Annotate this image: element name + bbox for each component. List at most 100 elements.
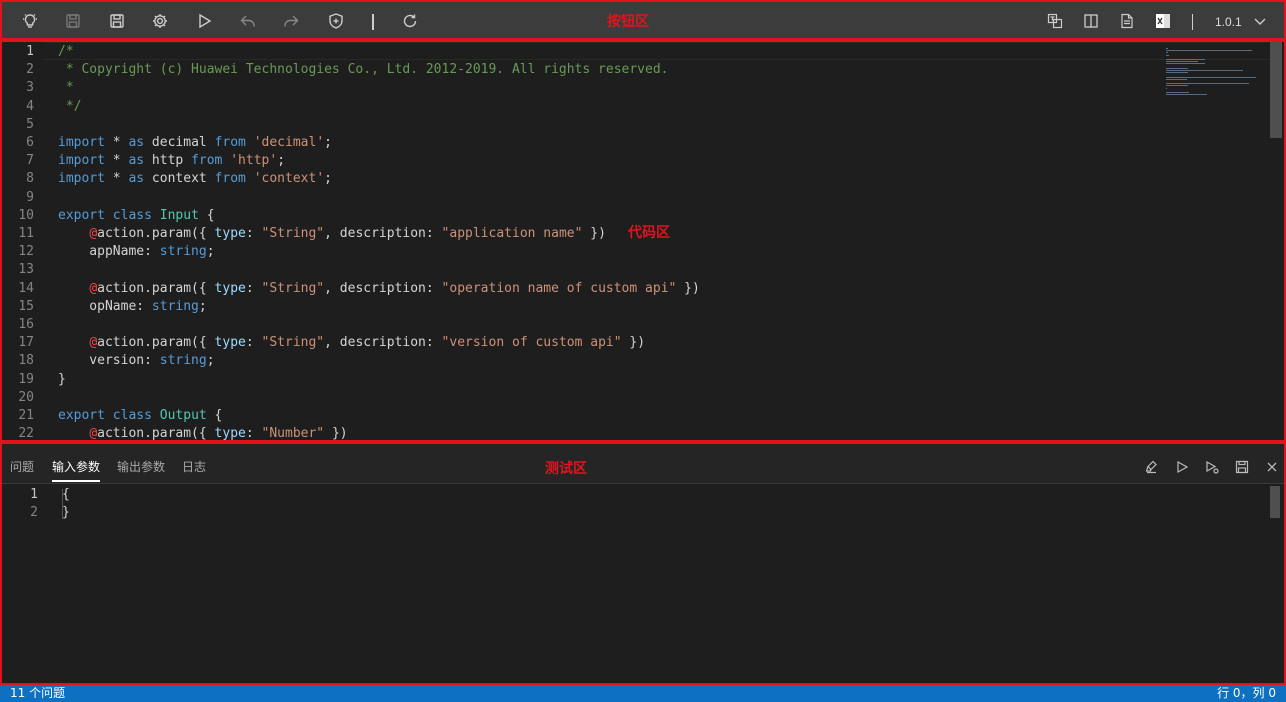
line-number: 4 [26, 98, 34, 114]
line-code: * [58, 79, 74, 97]
test-region-label: 测试区 [545, 460, 587, 476]
minimap-line [1166, 92, 1190, 93]
close-icon[interactable] [1264, 459, 1280, 475]
split-view-icon[interactable] [1080, 10, 1102, 32]
code-token: : [245, 335, 262, 351]
code-token: }) [676, 280, 700, 296]
debug-run-icon[interactable] [1204, 459, 1220, 475]
code-token: "version of custom api" [441, 335, 622, 351]
clear-icon[interactable] [1144, 459, 1160, 475]
test-editor-scrollbar[interactable] [1270, 486, 1280, 518]
code-token: action.param({ [97, 335, 215, 351]
code-token: ; [324, 135, 332, 150]
code-line: 7 import * as http from 'http'; [2, 152, 1152, 170]
translate-icon[interactable] [1044, 10, 1066, 32]
line-code: appName: string; [58, 243, 214, 261]
refresh-icon[interactable] [399, 10, 421, 32]
save-icon[interactable] [1234, 459, 1250, 475]
line-code: import * as decimal from 'decimal'; [58, 134, 332, 152]
lightbulb-icon[interactable] [19, 10, 41, 32]
editor-scrollbar[interactable] [1270, 42, 1282, 138]
line-code: @action.param({ type: "String", descript… [58, 225, 606, 243]
code-token: * [104, 171, 129, 187]
problems-count[interactable]: 11 个问题 [10, 685, 65, 702]
code-token: import [58, 135, 105, 150]
code-line: 17 @action.param({ type: "String", descr… [2, 334, 1152, 352]
code-line: 14 @action.param({ type: "String", descr… [2, 280, 1152, 298]
code-token: http [144, 153, 192, 169]
code-line: 21 export class Output { [2, 407, 1152, 425]
line-number: 17 [18, 335, 34, 351]
line-number: 2 [26, 62, 34, 78]
code-token: type [214, 280, 246, 296]
minimap-line [1166, 72, 1188, 74]
code-line: 4 */ [2, 98, 1152, 116]
code-token: class [112, 408, 152, 423]
code-line: 10 export class Input { [2, 207, 1152, 225]
code-token: ; [277, 153, 286, 169]
line-code: export class Output { [58, 407, 222, 425]
code-token: }) [324, 426, 348, 442]
run-icon[interactable] [1174, 459, 1190, 475]
code-line: 8 import * as context from 'context'; [2, 170, 1152, 188]
code-token: { [206, 408, 223, 423]
minimap-line [1166, 78, 1187, 80]
test-tabbar: 问题 输入参数 输出参数 日志 测试区 [2, 444, 1284, 484]
code-token: : [245, 280, 262, 296]
play-icon[interactable] [193, 10, 215, 32]
minimap-line [1166, 61, 1198, 63]
chevron-down-icon[interactable] [1249, 10, 1271, 32]
code-token: export [58, 207, 105, 223]
line-code: @action.param({ type: "Number" }) [58, 425, 348, 442]
toolbar-separator [372, 14, 374, 30]
undo-icon[interactable] [237, 10, 259, 32]
code-token: string [159, 244, 207, 260]
code-token: * [58, 80, 74, 96]
tab-input-params[interactable]: 输入参数 [52, 458, 101, 482]
code-token: export [58, 408, 105, 423]
save-icon[interactable] [106, 10, 128, 32]
redo-icon[interactable] [280, 10, 302, 32]
code-token: appName: [58, 244, 160, 260]
code-line: 18 version: string; [2, 352, 1152, 370]
code-token: class [112, 207, 152, 223]
code-token: "String" [261, 280, 325, 296]
code-line: 11 @action.param({ type: "String", descr… [2, 225, 1152, 243]
code-token: ; [198, 298, 207, 314]
code-token: as [128, 135, 145, 150]
code-token: context [144, 171, 215, 187]
code-token: "String" [261, 226, 325, 241]
line-number: 15 [18, 298, 34, 314]
code-line: 3 * [2, 79, 1152, 97]
line-code: import * as context from 'context'; [58, 170, 332, 188]
cursor-position[interactable]: 行 0，列 0 [1217, 685, 1276, 702]
line-number: 19 [18, 371, 34, 387]
line-number: 12 [18, 244, 34, 260]
code-token: , description: [324, 280, 442, 296]
minimap-line [1166, 67, 1188, 69]
code-token: * Copyright (c) Huawei Technologies Co.,… [58, 62, 669, 78]
line-code: */ [58, 98, 82, 116]
test-editor-line: 1 { [2, 486, 1242, 504]
tab-problems[interactable]: 问题 [10, 458, 34, 475]
line-number: 11 [18, 226, 34, 241]
indent-guide [62, 489, 63, 519]
gear-icon[interactable] [149, 10, 171, 32]
code-token: 'decimal' [253, 135, 325, 150]
tab-output-params[interactable]: 输出参数 [117, 458, 165, 475]
minimap[interactable] [1162, 48, 1272, 188]
code-editor[interactable]: 1 /* 2 * Copyright (c) Huawei Technologies… [0, 40, 1286, 442]
version-select[interactable]: 1.0.1 [1215, 15, 1242, 29]
save-outline-icon[interactable] [62, 10, 84, 32]
minimap-line [1166, 50, 1252, 52]
code-token: ; [324, 171, 332, 187]
shield-icon[interactable] [325, 10, 347, 32]
line-number: 21 [18, 408, 34, 423]
line-number: 1 [30, 487, 38, 502]
tab-log[interactable]: 日志 [182, 458, 206, 475]
code-token: action.param({ [97, 426, 215, 442]
excel-icon[interactable] [1152, 10, 1174, 32]
document-icon[interactable] [1116, 10, 1138, 32]
